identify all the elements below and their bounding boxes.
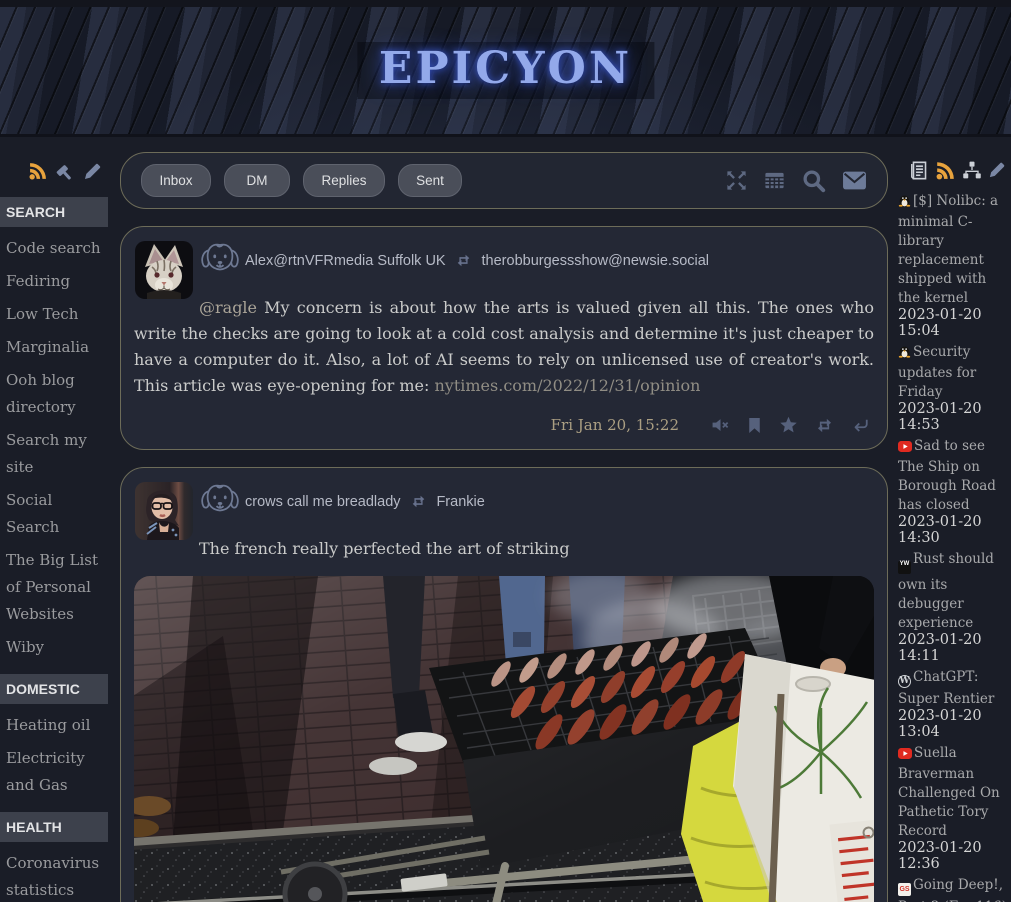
post: Alex@rtnVFRmedia Suffolk UK therobburges… xyxy=(120,226,888,450)
penguin-icon xyxy=(898,343,911,362)
sidebar-link-electricity-and-gas[interactable]: Electricity and Gas xyxy=(6,745,108,799)
penguin-icon xyxy=(898,192,911,211)
sidebar-link-search-my-site[interactable]: Search my site xyxy=(6,427,108,481)
page: EPICYON SEARCH Code search Fediring Low … xyxy=(0,0,1011,902)
mention-link[interactable]: @ragle xyxy=(199,298,257,317)
newswire-timestamp: 2023-01-20 14:53 xyxy=(898,401,1008,433)
newswire-item: Suella Braverman Challenged On Pathetic … xyxy=(898,742,1008,872)
site-title: EPICYON xyxy=(357,42,654,99)
post-announcer-handle[interactable]: Frankie xyxy=(436,494,484,510)
tab-inbox[interactable]: Inbox xyxy=(141,164,211,197)
newswire-timestamp: 2023-01-20 12:36 xyxy=(898,840,1008,872)
post-footer: Fri Jan 20, 15:22 xyxy=(139,416,869,434)
post-photo[interactable] xyxy=(134,576,874,902)
rss-feed-icon[interactable] xyxy=(935,160,956,181)
newswire-timestamp: 2023-01-20 14:30 xyxy=(898,514,1008,546)
newspaper-icon[interactable] xyxy=(910,160,929,181)
post-text: The french really perfected the art of s… xyxy=(199,539,570,558)
sidebar-section-search: SEARCH xyxy=(0,197,108,227)
epicyon-dog-icon xyxy=(199,240,241,283)
newswire-item: YWRust should own its debugger experienc… xyxy=(898,548,1008,664)
newswire-feed: [$] Nolibc: a minimal C-library replacem… xyxy=(898,190,1008,902)
reply-icon[interactable] xyxy=(851,417,869,433)
newswire-timestamp: 2023-01-20 15:04 xyxy=(898,307,1008,339)
newswire-icons xyxy=(898,158,1008,182)
post: crows call me breadlady Frankie The fren… xyxy=(120,467,888,902)
post-header: crows call me breadlady Frankie xyxy=(134,481,874,524)
timeline-header-icons xyxy=(725,168,867,194)
sidebar-section-health: HEALTH xyxy=(0,812,108,842)
newswire-title[interactable]: Sad to see The Ship on Borough Road has … xyxy=(898,438,996,513)
bookmark-icon[interactable] xyxy=(747,417,762,434)
edit-pen-icon[interactable] xyxy=(988,161,1006,179)
sidebar-link-coronavirus-statistics[interactable]: Coronavirus statistics xyxy=(6,850,108,902)
newswire-title[interactable]: ChatGPT: Super Rentier xyxy=(898,669,994,707)
newswire-timestamp: 2023-01-20 14:11 xyxy=(898,632,1008,664)
rss-feed-icon[interactable] xyxy=(28,161,48,181)
post-external-link[interactable]: nytimes.com/2022/12/31/opinion xyxy=(434,376,700,395)
youtube-icon xyxy=(898,744,912,763)
sidebar-link-ooh-blog-directory[interactable]: Ooh blog directory xyxy=(6,367,108,421)
newswire-item: Sad to see The Ship on Borough Road has … xyxy=(898,435,1008,546)
sidebar-link-marginalia[interactable]: Marginalia xyxy=(6,334,108,361)
sidebar-link-code-search[interactable]: Code search xyxy=(6,235,108,262)
newswire-item: WChatGPT: Super Rentier 2023-01-20 13:04 xyxy=(898,666,1008,740)
boost-icon xyxy=(455,253,472,273)
repeat-icon[interactable] xyxy=(815,417,834,434)
search-icon[interactable] xyxy=(801,168,827,194)
sidebar-link-social-search[interactable]: Social Search xyxy=(6,487,108,541)
post-author-handle[interactable]: Alex@rtnVFRmedia Suffolk UK xyxy=(245,253,446,269)
avatar[interactable] xyxy=(135,241,193,299)
calendar-icon[interactable] xyxy=(763,169,786,192)
sidebar-link-big-list-personal-websites[interactable]: The Big List of Personal Websites xyxy=(6,547,108,628)
tab-dm[interactable]: DM xyxy=(224,164,290,197)
youtube-icon xyxy=(898,437,912,456)
timeline: Inbox DM Replies Sent xyxy=(120,152,888,902)
boost-icon xyxy=(410,494,427,514)
star-icon[interactable] xyxy=(779,416,798,434)
post-header: Alex@rtnVFRmedia Suffolk UK therobburges… xyxy=(134,240,874,283)
newswire-title[interactable]: [$] Nolibc: a minimal C-library replacem… xyxy=(898,193,998,306)
expand-icon[interactable] xyxy=(725,169,748,192)
newswire-item: GSGoing Deep!, Part 3 (Ep. 116) 2023-01-… xyxy=(898,874,1008,902)
right-sidebar-newswire: [$] Nolibc: a minimal C-library replacem… xyxy=(898,158,1008,902)
post-content: @ragle My concern is about how the arts … xyxy=(134,295,874,399)
tab-sent[interactable]: Sent xyxy=(398,164,462,197)
yw-favicon-icon: YW xyxy=(898,561,911,574)
tree-icon[interactable] xyxy=(962,160,982,180)
avatar[interactable] xyxy=(135,482,193,540)
post-announcer-handle[interactable]: therobburgessshow@newsie.social xyxy=(482,253,710,269)
newswire-item: Security updates for Friday 2023-01-20 1… xyxy=(898,341,1008,433)
epicyon-dog-icon xyxy=(199,481,241,524)
newswire-timestamp: 2023-01-20 13:04 xyxy=(898,708,1008,740)
sidebar-link-low-tech[interactable]: Low Tech xyxy=(6,301,108,328)
hammer-icon[interactable] xyxy=(55,161,76,182)
mute-icon[interactable] xyxy=(711,417,730,433)
newswire-title[interactable]: Suella Braverman Challenged On Pathetic … xyxy=(898,745,1000,839)
post-author-handle[interactable]: crows call me breadlady xyxy=(245,494,401,510)
timeline-header: Inbox DM Replies Sent xyxy=(120,152,888,209)
wordpress-icon: W xyxy=(898,675,911,688)
post-timestamp[interactable]: Fri Jan 20, 15:22 xyxy=(551,416,679,434)
edit-pen-icon[interactable] xyxy=(83,162,102,181)
sidebar-link-fediring[interactable]: Fediring xyxy=(6,268,108,295)
banner-image[interactable]: EPICYON xyxy=(0,0,1011,137)
gs-favicon-icon: GS xyxy=(898,883,911,896)
newswire-title[interactable]: Going Deep!, Part 3 (Ep. 116) xyxy=(898,877,1007,902)
sidebar-section-domestic: DOMESTIC xyxy=(0,674,108,704)
left-sidebar-icons xyxy=(0,158,108,184)
left-sidebar: SEARCH Code search Fediring Low Tech Mar… xyxy=(0,158,108,902)
sidebar-link-wiby[interactable]: Wiby xyxy=(6,634,108,661)
sidebar-link-heating-oil[interactable]: Heating oil xyxy=(6,712,108,739)
newswire-title[interactable]: Rust should own its debugger experience xyxy=(898,551,994,631)
tab-replies[interactable]: Replies xyxy=(303,164,385,197)
post-content: The french really perfected the art of s… xyxy=(134,536,874,562)
newswire-item: [$] Nolibc: a minimal C-library replacem… xyxy=(898,190,1008,339)
mail-icon[interactable] xyxy=(842,170,867,191)
